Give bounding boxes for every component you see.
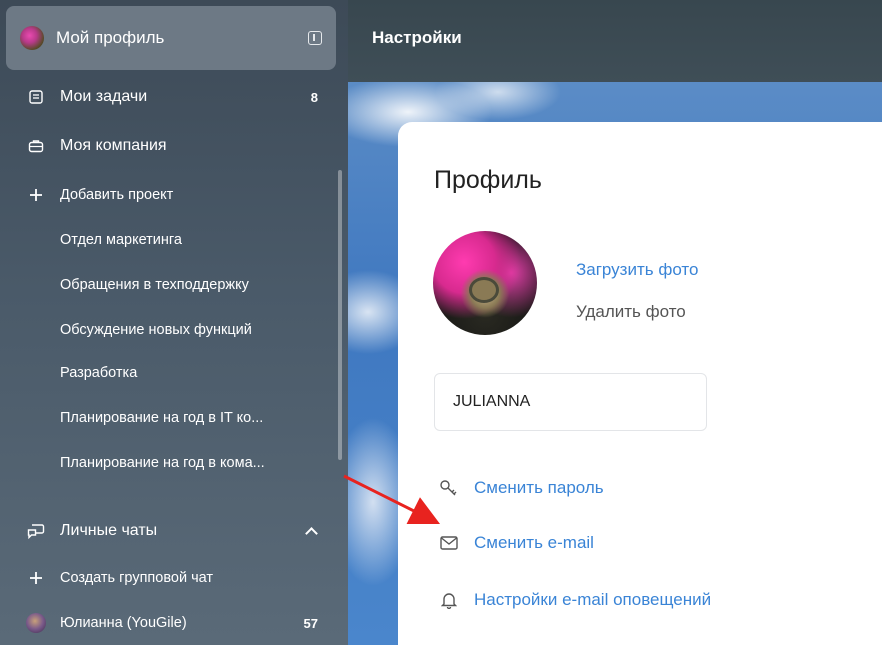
plus-icon — [24, 188, 48, 202]
change-password-label: Сменить пароль — [474, 478, 604, 497]
sidebar-project-item[interactable]: Обсуждение новых функций — [0, 315, 336, 345]
name-field[interactable]: JULIANNA — [434, 373, 707, 431]
avatar — [26, 613, 46, 633]
add-project-label: Добавить проект — [60, 187, 174, 203]
profile-card: Профиль Загрузить фото Удалить фото JULI… — [398, 122, 882, 645]
sidebar-item-label: Мои задачи — [60, 88, 148, 105]
change-email-label: Сменить e-mail — [474, 533, 594, 552]
sidebar-scrollbar[interactable] — [338, 170, 342, 460]
profile-title: Профиль — [434, 166, 542, 194]
sidebar-project-item[interactable]: Отдел маркетинга — [0, 225, 336, 255]
project-label: Обсуждение новых функций — [60, 322, 252, 338]
sidebar-project-item[interactable]: Планирование на год в кома... — [0, 448, 336, 478]
create-group-chat-label: Создать групповой чат — [60, 570, 214, 586]
sidebar-item-my-tasks[interactable]: Мои задачи 8 — [0, 82, 336, 112]
my-profile-label: Мой профиль — [56, 28, 165, 47]
change-email-button[interactable]: Сменить e-mail — [438, 530, 594, 556]
gas-mask-graphic — [469, 277, 499, 303]
chat-avatar-wrap — [24, 613, 48, 633]
change-password-button[interactable]: Сменить пароль — [438, 475, 604, 501]
personal-chats-label: Личные чаты — [60, 522, 158, 539]
sidebar-project-item[interactable]: Планирование на год в IT ко... — [0, 403, 336, 433]
bell-icon — [438, 591, 460, 609]
project-label: Отдел маркетинга — [60, 232, 182, 248]
chat-unread-badge: 57 — [303, 615, 318, 631]
chat-item[interactable]: Юлианна (YouGile) 57 — [0, 608, 336, 638]
profile-photo — [433, 231, 537, 335]
project-label: Обращения в техподдержку — [60, 277, 249, 293]
page-title: Настройки — [372, 28, 462, 47]
envelope-icon — [438, 536, 460, 550]
plus-icon — [24, 571, 48, 585]
key-icon — [438, 479, 460, 497]
project-label: Планирование на год в кома... — [60, 455, 265, 471]
sidebar-project-item[interactable]: Разработка — [0, 358, 336, 388]
email-notifications-button[interactable]: Настройки e-mail оповещений — [438, 587, 711, 613]
upload-photo-link[interactable]: Загрузить фото — [576, 260, 698, 280]
tasks-icon — [24, 89, 48, 105]
sidebar-item-my-company[interactable]: Моя компания — [0, 131, 336, 161]
sidebar-item-label: Моя компания — [60, 137, 167, 154]
my-profile-button[interactable]: Мой профиль — [6, 6, 336, 70]
project-label: Разработка — [60, 365, 138, 381]
chat-label: Юлианна (YouGile) — [60, 615, 187, 631]
chat-bubbles-icon — [24, 523, 48, 539]
sidebar-project-item[interactable]: Обращения в техподдержку — [0, 270, 336, 300]
collapse-sidebar-icon[interactable] — [308, 31, 322, 45]
project-label: Планирование на год в IT ко... — [60, 410, 264, 426]
create-group-chat-button[interactable]: Создать групповой чат — [0, 563, 336, 593]
sidebar: Мой профиль Мои задачи 8 Моя компания До… — [0, 0, 348, 645]
avatar — [20, 26, 44, 50]
page-header: Настройки — [348, 0, 882, 82]
tasks-count-badge: 8 — [310, 89, 318, 105]
chevron-up-icon[interactable] — [305, 526, 318, 540]
add-project-button[interactable]: Добавить проект — [0, 180, 336, 210]
email-notifications-label: Настройки e-mail оповещений — [474, 590, 712, 609]
briefcase-icon — [24, 138, 48, 154]
delete-photo-link[interactable]: Удалить фото — [576, 302, 686, 322]
personal-chats-section[interactable]: Личные чаты — [0, 516, 336, 546]
